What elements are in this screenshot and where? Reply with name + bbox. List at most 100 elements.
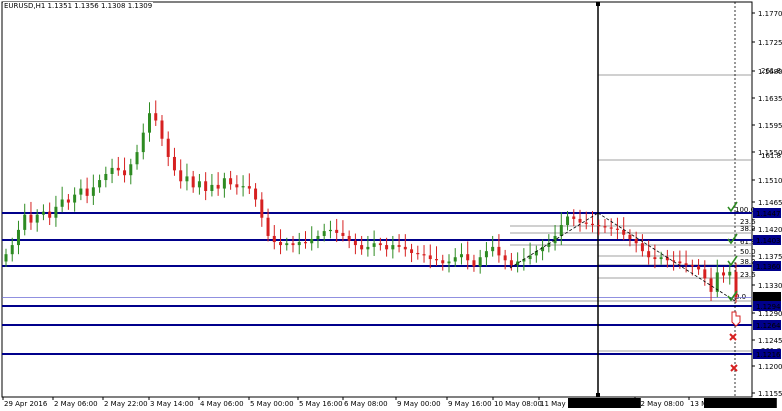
candle-body [597, 225, 601, 227]
candle-body [129, 164, 133, 176]
candle-body [659, 257, 663, 260]
candle-body [135, 152, 139, 165]
candle-body [266, 217, 270, 236]
x-tick-label: 9 May 00:00 [397, 400, 441, 408]
candle-body [372, 243, 376, 247]
candle-body [541, 246, 545, 252]
candle-body [60, 199, 64, 207]
x-tick-label: 12 May 08:00 [636, 400, 684, 408]
candle-body [628, 234, 632, 239]
price-label: 1.1294 [756, 303, 781, 311]
candle-body [640, 243, 644, 252]
candle-body [634, 239, 638, 244]
candle-body [410, 249, 414, 253]
candle-body [360, 245, 364, 250]
x-tick-label: 2 May 06:00 [54, 400, 98, 408]
candle-body [672, 260, 676, 262]
candle-body [472, 260, 476, 267]
candle-body [347, 235, 351, 241]
candle-body [254, 188, 258, 200]
candle-body [484, 251, 488, 258]
plot-frame [1, 1, 753, 398]
vertical-line-handle[interactable] [596, 393, 600, 397]
candle-body [615, 228, 619, 230]
fib-level-label: 38.2 [740, 225, 756, 233]
candle-body [503, 255, 507, 261]
candle-body [191, 176, 195, 188]
x-tick-label: 3 May 14:00 [150, 400, 194, 408]
candle-body [35, 214, 39, 223]
candle-body [279, 242, 283, 246]
candle-body [66, 199, 70, 203]
candle-body [260, 199, 264, 218]
candle-body [516, 261, 520, 266]
candle-body [229, 178, 233, 185]
candle-body [166, 138, 170, 157]
candle-body [441, 260, 445, 264]
candle-body [297, 242, 301, 246]
y-tick-label: 1.1635 [758, 95, 782, 103]
candle-body [141, 132, 145, 153]
close-icon [730, 364, 738, 372]
x-tick-label: 5 May 16:00 [299, 400, 343, 408]
candle-body [572, 216, 576, 219]
candle-body [247, 186, 251, 189]
candle-body [459, 254, 463, 258]
candle-body [216, 184, 220, 189]
candle-body [204, 181, 208, 191]
candle-body [453, 257, 457, 262]
y-tick-label: 1.1330 [758, 282, 782, 290]
candle-body [110, 167, 114, 174]
candle-body [4, 254, 8, 262]
x-tick-label: 29 Apr 2016 [4, 400, 48, 408]
candle-body [684, 263, 688, 266]
x-crosshair-label: 2016.05.13 15:00 [706, 400, 768, 408]
vertical-line-handle[interactable] [596, 2, 600, 6]
candle-body [416, 252, 420, 255]
y-tick-label: 1.1290 [758, 310, 782, 318]
candle-body [222, 178, 226, 189]
candle-body [272, 235, 276, 243]
price-label: 1.1403 [756, 237, 781, 245]
fib-level-label: 50.0 [740, 248, 756, 256]
candle-body [310, 239, 314, 244]
candle-body [98, 180, 102, 188]
candle-body [497, 246, 501, 256]
candle-body [303, 242, 307, 244]
y-tick-label: 1.1245 [758, 337, 782, 345]
chart-window: EURUSD,H1 1.1351 1.1356 1.1308 1.1309 1.… [0, 0, 782, 411]
candle-body [709, 278, 713, 292]
candle-body [16, 229, 20, 246]
candle-body [584, 222, 588, 224]
candle-body [116, 167, 120, 171]
candle-body [678, 261, 682, 264]
candle-body [559, 225, 563, 236]
candle-body [566, 216, 570, 226]
price-label: 1.1360 [756, 263, 781, 271]
candle-body [428, 255, 432, 260]
candle-body [703, 269, 707, 279]
candle-body [397, 245, 401, 247]
x-tick-label: 6 May 08:00 [344, 400, 388, 408]
hand-pointer-icon [731, 311, 741, 327]
y-tick-label: 1.1420 [758, 226, 782, 234]
price-label: 1.1309 [756, 294, 781, 302]
x-tick-label: 10 May 08:00 [494, 400, 542, 408]
candle-body [235, 184, 239, 188]
candle-body [353, 240, 357, 246]
candle-body [79, 188, 83, 195]
candle-body [41, 211, 45, 215]
candle-body [609, 227, 613, 229]
candle-body [54, 206, 58, 218]
candle-body [160, 120, 164, 139]
candle-body [148, 113, 152, 133]
check-icon [727, 233, 738, 245]
chart-title: EURUSD,H1 1.1351 1.1356 1.1308 1.1309 [3, 2, 154, 10]
candle-body [10, 245, 14, 255]
candle-body [85, 188, 89, 196]
candle-body [491, 246, 495, 252]
price-chart[interactable]: 1.17701.17251.16801.16351.15951.15501.15… [0, 0, 782, 411]
x-tick-label: 4 May 06:00 [200, 400, 244, 408]
x-crosshair-label: 2016.05.11 19:00 [570, 400, 632, 408]
candle-body [722, 272, 726, 276]
